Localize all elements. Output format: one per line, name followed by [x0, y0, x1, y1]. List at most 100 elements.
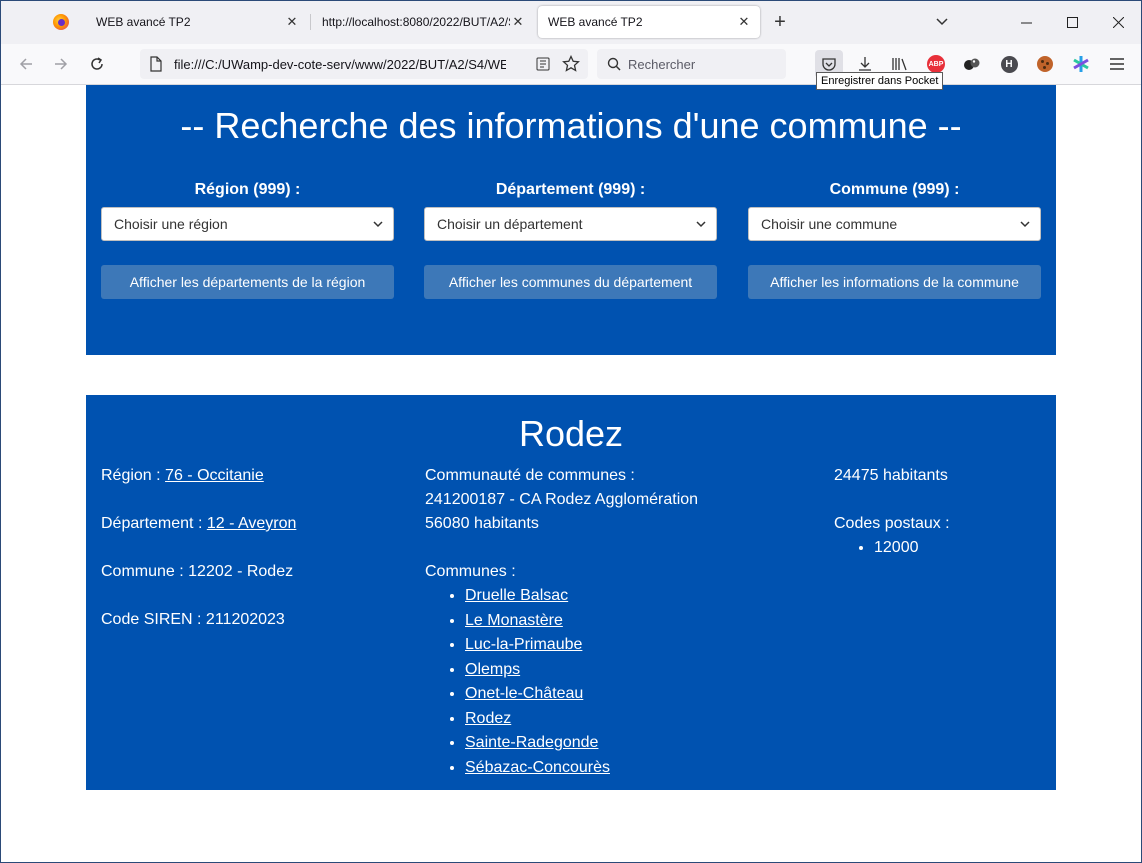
maximize-icon [1066, 16, 1078, 28]
chevron-down-icon [696, 220, 706, 227]
commune-list-item: Onet-le-Château [465, 682, 785, 707]
departement-select[interactable]: Choisir un département [424, 207, 717, 241]
adblock-plus-icon: ABP [927, 55, 945, 73]
commune-list-item: Rodez [465, 707, 785, 732]
app-menu-button[interactable] [1103, 50, 1131, 78]
commune-label: Commune (999) : [829, 181, 960, 198]
firefox-view-tab[interactable] [44, 8, 78, 36]
bookmark-star-icon[interactable] [562, 55, 580, 73]
commune-list-item: Druelle Balsac [465, 584, 785, 609]
commune-list-item: Sébazac-Concourès [465, 756, 785, 781]
plus-icon: + [774, 10, 786, 33]
commune-link[interactable]: Luc-la-Primaube [465, 636, 582, 653]
population-details: 24475 habitants Codes postaux : 12000 [834, 464, 1034, 561]
close-icon[interactable]: ✕ [510, 14, 526, 30]
close-icon[interactable]: ✕ [284, 14, 300, 30]
page-title: -- Recherche des informations d'une comm… [180, 105, 962, 146]
departement-select-value: Choisir un département [437, 216, 583, 232]
commune-list-item: Olemps [465, 658, 785, 683]
search-panel: -- Recherche des informations d'une comm… [86, 85, 1056, 355]
communes-label: Communes : [425, 563, 516, 580]
commune-link[interactable]: Sainte-Radegonde [465, 734, 598, 751]
communes-list: Druelle Balsac Le Monastère Luc-la-Primaub… [425, 584, 785, 780]
back-button[interactable] [12, 50, 40, 78]
url-text[interactable]: file:///C:/UWamp-dev-cote-serv/www/2022/… [174, 57, 506, 72]
commune-link[interactable]: Sébazac-Concourès [465, 759, 610, 776]
commune-code: Commune : 12202 - Rodez [101, 563, 294, 580]
city-name: Rodez [518, 413, 624, 454]
departement-line: Département : 12 - Aveyron [101, 512, 401, 536]
search-placeholder: Rechercher [628, 57, 696, 72]
chevron-down-icon [936, 18, 948, 26]
pocket-icon [822, 58, 836, 71]
commune-link[interactable]: Druelle Balsac [465, 587, 568, 604]
close-icon[interactable]: ✕ [736, 14, 752, 30]
cookie-extension-button[interactable] [1031, 50, 1059, 78]
show-departements-button[interactable]: Afficher les départements de la région [101, 265, 394, 299]
maximize-button[interactable] [1049, 8, 1095, 36]
reload-button[interactable] [83, 50, 111, 78]
reader-view-icon[interactable] [536, 57, 550, 71]
extension-h-button[interactable]: H [995, 50, 1023, 78]
library-icon [892, 58, 907, 71]
code-postal-item: 12000 [874, 536, 1034, 561]
forward-button[interactable] [47, 50, 75, 78]
chevron-down-icon [1020, 220, 1030, 227]
region-select[interactable]: Choisir une région [101, 207, 394, 241]
region-link[interactable]: 76 - Occitanie [165, 467, 264, 484]
region-column: Région (999) : Choisir une région Affich… [101, 181, 394, 299]
commune-list-item: Sainte-Radegonde [465, 731, 785, 756]
firefox-icon [53, 14, 69, 30]
extension-star-button[interactable] [1067, 50, 1095, 78]
result-panel: Rodez Région : 76 - Occitanie Départemen… [86, 395, 1056, 790]
tab-2[interactable]: http://localhost:8080/2022/BUT/A2/S4/WEB… [312, 6, 534, 38]
search-bar[interactable]: Rechercher [597, 49, 786, 79]
arrow-left-icon [19, 58, 32, 70]
commune-select-value: Choisir une commune [761, 216, 898, 232]
departement-column: Département (999) : Choisir un départeme… [424, 181, 717, 299]
extension-button[interactable] [958, 50, 986, 78]
tab-1[interactable]: WEB avancé TP2 ✕ [86, 6, 308, 38]
siren-code: Code SIREN : 211202023 [101, 611, 285, 628]
tab-divider [310, 14, 311, 30]
close-icon [1112, 16, 1124, 28]
commune-select[interactable]: Choisir une commune [748, 207, 1041, 241]
navigation-toolbar: file:///C:/UWamp-dev-cote-serv/www/2022/… [0, 44, 1142, 85]
departement-prefix: Département : [101, 515, 207, 532]
tab-3-active[interactable]: WEB avancé TP2 ✕ [538, 6, 760, 38]
pocket-tooltip: Enregistrer dans Pocket [816, 72, 944, 90]
hamburger-menu-icon [1110, 58, 1124, 70]
commune-link[interactable]: Olemps [465, 661, 520, 678]
minimize-button[interactable] [1003, 8, 1049, 36]
show-commune-info-button[interactable]: Afficher les informations de la commune [748, 265, 1041, 299]
list-all-tabs-button[interactable] [930, 12, 954, 32]
download-icon [859, 57, 871, 71]
commune-column: Commune (999) : Choisir une commune Affi… [748, 181, 1041, 299]
commune-link[interactable]: Le Monastère [465, 612, 563, 629]
codes-postaux-label: Codes postaux : [834, 515, 950, 532]
show-communes-button[interactable]: Afficher les communes du département [424, 265, 717, 299]
departement-link[interactable]: 12 - Aveyron [207, 515, 297, 532]
communaute-label: Communauté de communes : [425, 467, 635, 484]
arrow-right-icon [55, 58, 68, 70]
codes-postaux-list: 12000 [834, 536, 1034, 561]
url-bar[interactable]: file:///C:/UWamp-dev-cote-serv/www/2022/… [140, 49, 588, 79]
departement-label: Département (999) : [495, 181, 646, 198]
chevron-down-icon [373, 220, 383, 227]
commune-link[interactable]: Onet-le-Château [465, 685, 583, 702]
new-tab-button[interactable]: + [768, 10, 792, 34]
region-line: Région : 76 - Occitanie [101, 464, 401, 488]
minimize-icon [1020, 22, 1032, 23]
tab-title: http://localhost:8080/2022/BUT/A2/S4/WEB [322, 15, 510, 29]
cookie-icon [1037, 56, 1053, 72]
communaute-name: 241200187 - CA Rodez Agglomération [425, 491, 699, 508]
commune-link[interactable]: Rodez [465, 710, 511, 727]
commune-list-item: Luc-la-Primaube [465, 633, 785, 658]
tab-title: WEB avancé TP2 [548, 15, 643, 29]
close-window-button[interactable] [1095, 8, 1141, 36]
communaute-details: Communauté de communes : 241200187 - CA … [425, 464, 785, 780]
habitants: 24475 habitants [834, 467, 948, 484]
h-extension-icon: H [1000, 55, 1018, 73]
reload-icon [91, 57, 103, 70]
region-prefix: Région : [101, 467, 166, 484]
